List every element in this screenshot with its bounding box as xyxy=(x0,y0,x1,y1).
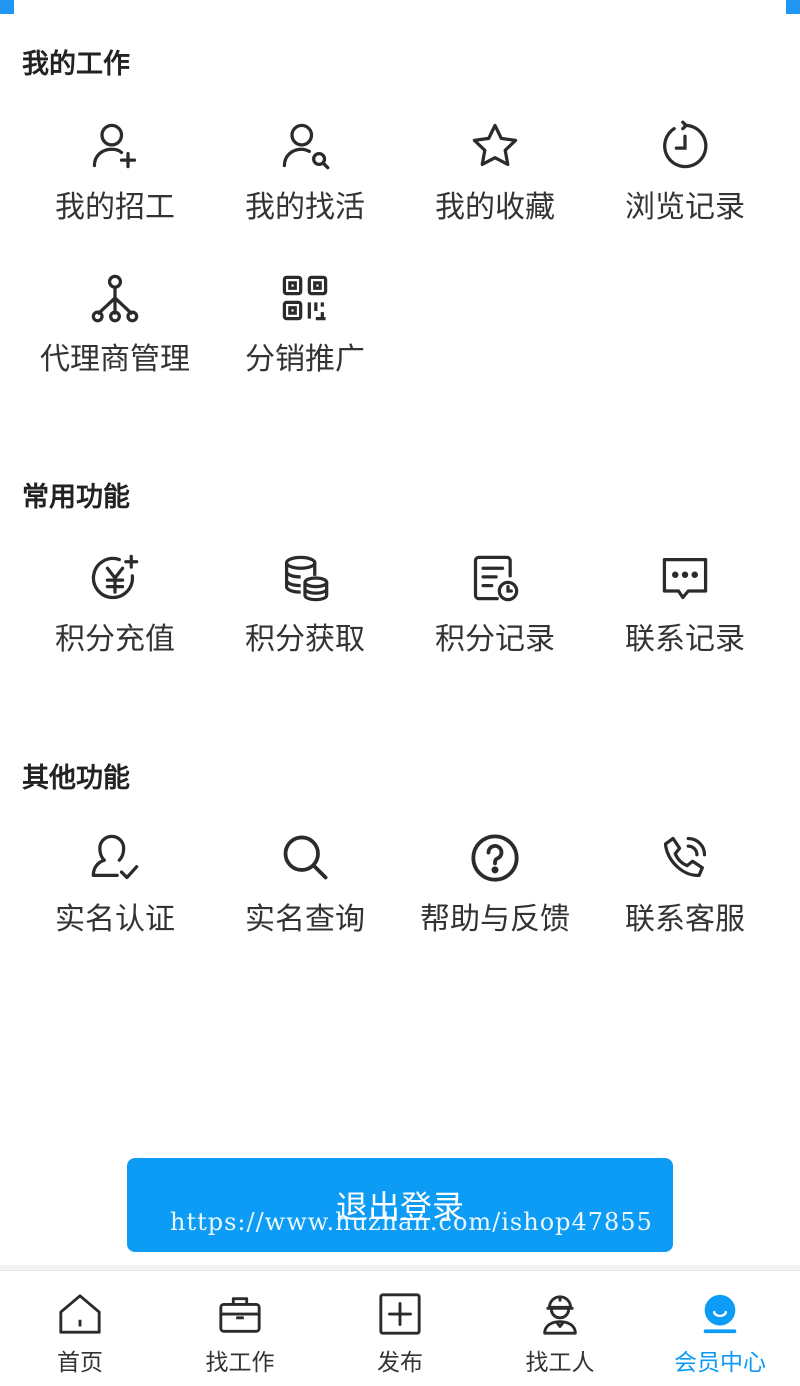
tab-label: 发布 xyxy=(377,1350,423,1376)
top-accent-right xyxy=(786,0,800,14)
tab-member-center[interactable]: 会员中心 xyxy=(640,1271,800,1386)
record-clock-icon xyxy=(469,552,521,604)
item-label: 联系记录 xyxy=(625,622,745,657)
yen-recharge-icon xyxy=(89,552,141,604)
home-icon xyxy=(57,1291,103,1337)
phone-call-icon xyxy=(659,832,711,884)
briefcase-icon xyxy=(217,1291,263,1337)
section-title-other: 其他功能 xyxy=(22,763,130,794)
bottom-tab-bar: 首页 找工作 发布 找工人 会员中心 xyxy=(0,1270,800,1386)
real-name-verify-item[interactable]: 实名认证 xyxy=(20,816,210,968)
tab-label: 首页 xyxy=(57,1350,103,1376)
tab-label: 找工作 xyxy=(205,1350,275,1376)
item-label: 积分记录 xyxy=(435,622,555,657)
history-clock-icon xyxy=(659,120,711,172)
search-icon xyxy=(279,832,331,884)
section-title-my-work: 我的工作 xyxy=(22,49,130,80)
item-label: 实名查询 xyxy=(245,902,365,937)
browse-history-item[interactable]: 浏览记录 xyxy=(590,104,780,256)
tab-label: 会员中心 xyxy=(674,1350,766,1376)
user-search-icon xyxy=(279,120,331,172)
points-recharge-item[interactable]: 积分充值 xyxy=(20,536,210,688)
my-recruit-item[interactable]: 我的招工 xyxy=(20,104,210,256)
other-grid: 实名认证 实名查询 帮助与反馈 联系客服 xyxy=(20,816,780,968)
my-favorites-item[interactable]: 我的收藏 xyxy=(400,104,590,256)
item-label: 实名认证 xyxy=(55,902,175,937)
logout-button[interactable]: 退出登录 xyxy=(127,1158,673,1252)
contact-record-item[interactable]: 联系记录 xyxy=(590,536,780,688)
member-icon xyxy=(697,1291,743,1337)
points-earn-item[interactable]: 积分获取 xyxy=(210,536,400,688)
agent-management-item[interactable]: 代理商管理 xyxy=(20,256,210,408)
common-grid: 积分充值 积分获取 积分记录 联系记录 xyxy=(20,536,780,688)
help-feedback-item[interactable]: 帮助与反馈 xyxy=(400,816,590,968)
item-label: 我的找活 xyxy=(245,190,365,225)
my-work-grid: 我的招工 我的找活 我的收藏 浏览记录 代理商管理 分销推广 xyxy=(20,104,780,408)
item-label: 浏览记录 xyxy=(625,190,745,225)
tab-publish[interactable]: 发布 xyxy=(320,1271,480,1386)
watermark-text: https://www.huzhan.com/ishop47855 xyxy=(170,1208,653,1236)
item-label: 我的招工 xyxy=(55,190,175,225)
item-label: 积分充值 xyxy=(55,622,175,657)
qr-code-icon xyxy=(279,272,331,324)
tab-find-workers[interactable]: 找工人 xyxy=(480,1271,640,1386)
item-label: 联系客服 xyxy=(625,902,745,937)
real-name-query-item[interactable]: 实名查询 xyxy=(210,816,400,968)
item-label: 积分获取 xyxy=(245,622,365,657)
section-title-common: 常用功能 xyxy=(22,482,130,513)
coin-stack-icon xyxy=(279,552,331,604)
item-label: 代理商管理 xyxy=(40,342,190,377)
tab-find-job[interactable]: 找工作 xyxy=(160,1271,320,1386)
hierarchy-icon xyxy=(89,272,141,324)
top-accent-left xyxy=(0,0,14,14)
star-icon xyxy=(469,120,521,172)
item-label: 我的收藏 xyxy=(435,190,555,225)
tab-label: 找工人 xyxy=(525,1350,595,1376)
user-verified-icon xyxy=(89,832,141,884)
user-plus-icon xyxy=(89,120,141,172)
my-job-search-item[interactable]: 我的找活 xyxy=(210,104,400,256)
points-record-item[interactable]: 积分记录 xyxy=(400,536,590,688)
worker-icon xyxy=(537,1291,583,1337)
customer-service-item[interactable]: 联系客服 xyxy=(590,816,780,968)
item-label: 分销推广 xyxy=(245,342,365,377)
item-label: 帮助与反馈 xyxy=(420,902,570,937)
help-circle-icon xyxy=(469,832,521,884)
chat-message-icon xyxy=(659,552,711,604)
add-square-icon xyxy=(377,1291,423,1337)
distribution-promotion-item[interactable]: 分销推广 xyxy=(210,256,400,408)
tab-home[interactable]: 首页 xyxy=(0,1271,160,1386)
